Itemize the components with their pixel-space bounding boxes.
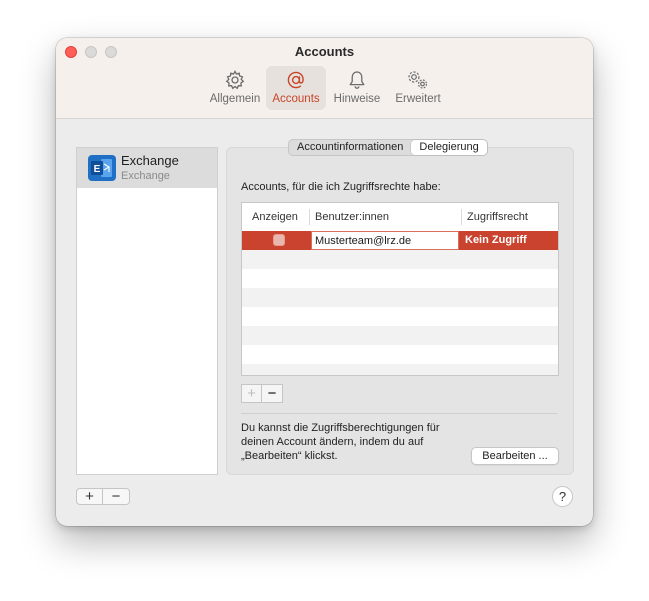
column-header-anzeigen[interactable]: Anzeigen (252, 203, 298, 231)
help-text-line: deinen Account ändern, indem du auf (241, 436, 424, 448)
toolbar-item-accounts[interactable]: Accounts (266, 66, 326, 110)
column-header-zugriffsrecht[interactable]: Zugriffsrecht (467, 203, 528, 231)
toolbar-item-label: Erweitert (395, 93, 441, 105)
exchange-icon: E (88, 155, 116, 181)
access-level[interactable]: Kein Zugriff (465, 231, 527, 250)
preferences-window: Accounts Allgemein Accounts Hinweise Erw… (56, 38, 593, 526)
help-text-line: Du kannst die Zugriffsberechtigungen für (241, 422, 440, 434)
account-name: Exchange (121, 153, 179, 168)
delegation-table: Anzeigen Benutzer:innen Zugriffsrecht Ke… (241, 202, 559, 376)
remove-account-button[interactable]: − (103, 488, 130, 505)
column-divider[interactable] (309, 209, 310, 225)
at-icon (266, 69, 326, 91)
delegation-help-text: Du kannst die Zugriffsberechtigungen für… (241, 421, 471, 463)
toolbar-item-allgemein[interactable]: Allgemein (204, 66, 266, 110)
empty-row (242, 250, 558, 269)
add-delegate-button[interactable]: + (241, 384, 262, 403)
svg-text:E: E (94, 164, 101, 175)
show-checkbox[interactable] (273, 234, 285, 246)
toolbar-item-label: Allgemein (209, 93, 261, 105)
gear-icon (204, 69, 266, 91)
help-text-line: „Bearbeiten“ klickst. (241, 450, 338, 462)
remove-delegate-button[interactable]: − (262, 384, 283, 403)
content-area: E Exchange Exchange Accountinformationen… (56, 119, 593, 526)
divider (241, 413, 557, 414)
account-tabs: Accountinformationen Delegierung (288, 139, 488, 156)
gears-icon (388, 69, 448, 91)
empty-row (242, 288, 558, 307)
tab-delegierung[interactable]: Delegierung (411, 140, 487, 155)
bell-icon (328, 69, 386, 91)
toolbar-item-hinweise[interactable]: Hinweise (328, 66, 386, 110)
account-list: E Exchange Exchange (76, 147, 218, 475)
column-divider[interactable] (461, 209, 462, 225)
empty-row (242, 364, 558, 375)
add-account-button[interactable]: + (76, 488, 103, 505)
toolbar-item-label: Hinweise (333, 93, 381, 105)
window-title: Accounts (294, 44, 355, 59)
delegation-heading: Accounts, für die ich Zugriffsrechte hab… (241, 181, 441, 193)
edit-button[interactable]: Bearbeiten ... (471, 447, 559, 465)
account-list-item[interactable]: E Exchange Exchange (77, 148, 217, 188)
column-header-benutzer[interactable]: Benutzer:innen (315, 203, 389, 231)
toolbar-item-label: Accounts (272, 93, 320, 105)
empty-row (242, 326, 558, 345)
table-row[interactable]: Kein Zugriff (242, 231, 558, 250)
title-bar: Accounts Allgemein Accounts Hinweise Erw… (56, 38, 593, 119)
help-button[interactable]: ? (552, 486, 573, 507)
delegation-panel: Accounts, für die ich Zugriffsrechte hab… (226, 147, 574, 475)
delegate-add-remove: + − (241, 384, 283, 404)
account-type: Exchange (121, 170, 170, 182)
tab-accountinformationen[interactable]: Accountinformationen (289, 140, 411, 155)
user-field[interactable] (311, 231, 459, 250)
account-add-remove: + − (76, 488, 130, 505)
toolbar-item-erweitert[interactable]: Erweitert (388, 66, 448, 110)
